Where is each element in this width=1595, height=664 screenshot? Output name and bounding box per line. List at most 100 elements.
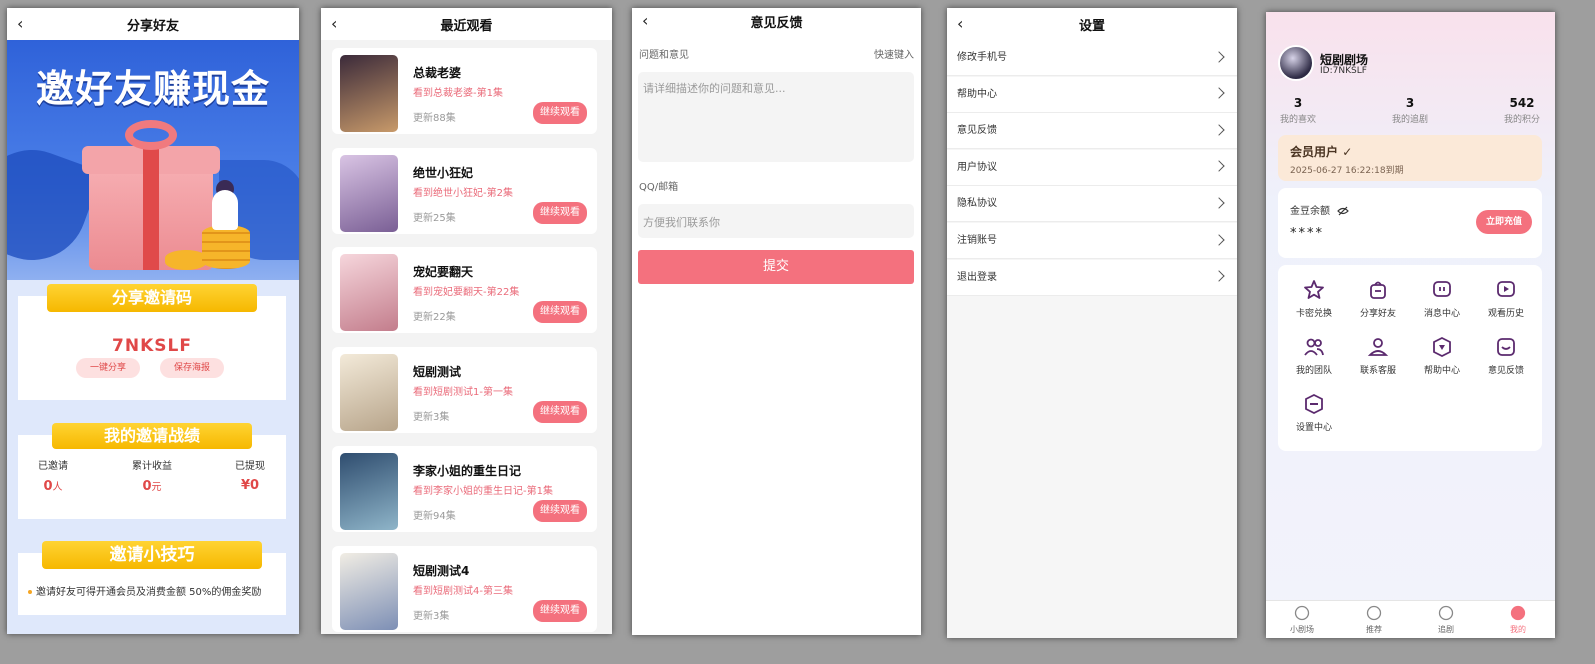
vip-card[interactable]: 会员用户 ✓ 2025-06-27 16:22:18到期 — [1278, 135, 1542, 181]
settings-item[interactable]: 修改手机号 — [947, 40, 1237, 76]
back-arrow-icon[interactable]: ‹ — [642, 12, 654, 30]
stat-invited: 已邀请 0人 — [38, 461, 68, 494]
contact-input[interactable]: 方便我们联系你 — [638, 204, 914, 238]
save-poster-button[interactable]: 保存海报 — [160, 358, 225, 378]
star-icon — [1304, 280, 1324, 299]
back-arrow-icon[interactable]: ‹ — [17, 15, 29, 33]
chevron-right-icon — [1213, 124, 1225, 136]
points-count[interactable]: 542 我的积分 — [1502, 96, 1542, 125]
video-card[interactable]: 李家小姐的重生日记看到李家小姐的重生日记-第1集 更新94集 继续观看 — [332, 446, 597, 532]
video-card[interactable]: 绝世小狂妃 看到绝世小狂妃-第2集 更新25集 继续观看 — [332, 147, 597, 234]
following-count[interactable]: 3 我的追剧 — [1390, 96, 1430, 125]
quick-input-link[interactable]: 快速键入 — [874, 46, 914, 61]
settings-item[interactable]: 退出登录 — [947, 259, 1237, 296]
feedback-header: ‹ 意见反馈 — [632, 8, 921, 34]
settings-item[interactable]: 意见反馈 — [947, 113, 1237, 150]
settings-item-label: 退出登录 — [957, 271, 997, 283]
continue-watching-button[interactable]: 继续观看 — [533, 500, 587, 522]
grid-item[interactable]: 我的团队 — [1281, 336, 1347, 376]
video-poster[interactable] — [340, 154, 398, 232]
tab-item[interactable]: 我的 — [1488, 605, 1548, 635]
video-poster[interactable] — [340, 55, 398, 132]
eye-off-icon[interactable] — [1337, 206, 1350, 216]
continue-watching-button[interactable]: 继续观看 — [533, 201, 587, 224]
settings-item[interactable]: 帮助中心 — [947, 76, 1237, 113]
video-updated: 更新94集 — [413, 511, 456, 522]
video-poster[interactable] — [340, 353, 398, 431]
settings-item[interactable]: 注销账号 — [947, 223, 1237, 259]
avatar[interactable] — [1278, 45, 1314, 81]
tab-label: 我的 — [1510, 625, 1526, 634]
video-updated: 更新3集 — [413, 610, 450, 622]
grid-item-label: 卡密兑换 — [1295, 309, 1332, 319]
share-screen: ‹ 分享好友 邀好友赚现金 分享邀请码 7NKSLF 一键分享 保存海报 我的邀… — [7, 8, 299, 634]
invite-stats-card: 我的邀请战绩 已邀请 0人 累计收益 0元 已提现 ¥0 — [18, 423, 286, 519]
feature-grid: 卡密兑换 分享好友 消息中心 观看历史我的团队 联系客服 帮助中心 意见反馈设置中心 — [1278, 265, 1542, 451]
video-card[interactable]: 宠妃要翻天 看到宠妃要翻天-第22集 更新22集 继续观看 — [332, 247, 597, 333]
continue-watching-button[interactable]: 继续观看 — [533, 599, 587, 622]
grid-item[interactable]: 意见反馈 — [1473, 336, 1539, 376]
settings-item-label: 修改手机号 — [957, 52, 1007, 63]
settings-item[interactable]: 隐私协议 — [947, 186, 1237, 223]
video-updated: 更新3集 — [413, 411, 450, 423]
page-title: 分享好友 — [126, 18, 179, 34]
grid-item[interactable]: 设置中心 — [1281, 393, 1347, 433]
share-button[interactable]: 一键分享 — [76, 358, 141, 378]
back-arrow-icon[interactable]: ‹ — [331, 15, 343, 33]
grid-item[interactable]: 分享好友 — [1345, 279, 1411, 319]
grid-item[interactable]: 卡密兑换 — [1281, 279, 1347, 319]
bullet-icon — [28, 590, 32, 594]
invite-code-card: 分享邀请码 7NKSLF 一键分享 保存海报 — [18, 284, 286, 400]
video-progress: 看到李家小姐的重生日记-第1集 — [413, 486, 553, 497]
likes-count[interactable]: 3 我的喜欢 — [1278, 96, 1318, 125]
video-card[interactable]: 短剧测试 看到短剧测试1-第一集 更新3集 继续观看 — [332, 346, 597, 433]
video-card[interactable]: 短剧测试4 看到短剧测试4-第三集 更新3集 继续观看 — [332, 545, 597, 632]
page-title: 设置 — [1078, 18, 1105, 34]
vip-expiry: 2025-06-27 16:22:18到期 — [1290, 166, 1404, 176]
play-history-icon — [1497, 281, 1515, 297]
grid-item-label: 观看历史 — [1487, 309, 1524, 319]
settings-icon — [1305, 393, 1323, 415]
settings-item[interactable]: 用户协议 — [947, 149, 1237, 186]
video-poster[interactable] — [340, 453, 398, 530]
balance-value: **** — [1290, 226, 1324, 241]
video-title: 绝世小狂妃 — [413, 165, 474, 180]
grid-item-label: 意见反馈 — [1487, 366, 1524, 376]
grid-item-label: 消息中心 — [1423, 309, 1460, 319]
back-arrow-icon[interactable]: ‹ — [957, 15, 969, 33]
continue-watching-button[interactable]: 继续观看 — [533, 301, 587, 323]
submit-button[interactable]: 提交 — [638, 250, 914, 284]
video-title: 李家小姐的重生日记 — [413, 464, 522, 478]
help-icon — [1433, 336, 1451, 358]
video-progress: 看到短剧测试4-第三集 — [413, 585, 513, 597]
video-poster[interactable] — [340, 254, 398, 331]
video-poster[interactable] — [340, 552, 398, 630]
tab-item[interactable]: 小剧场 — [1272, 605, 1332, 635]
settings-item-label: 注销账号 — [957, 235, 997, 246]
team-icon — [1304, 338, 1324, 356]
video-card[interactable]: 总裁老婆 看到总裁老婆-第1集 更新88集 继续观看 — [332, 48, 597, 134]
settings-item-label: 意见反馈 — [957, 125, 997, 137]
video-title: 宠妃要翻天 — [413, 265, 474, 279]
balance-label: 金豆余额 — [1290, 202, 1350, 217]
video-updated: 更新22集 — [413, 312, 456, 323]
tab-item[interactable]: 追剧 — [1416, 605, 1476, 635]
feedback-icon — [1497, 338, 1515, 356]
balance-card: 金豆余额 **** 立即充值 — [1278, 188, 1542, 258]
vip-title: 会员用户 ✓ — [1290, 145, 1353, 159]
grid-item[interactable]: 观看历史 — [1473, 279, 1539, 319]
invite-banner: 邀好友赚现金 — [7, 40, 299, 280]
continue-watching-button[interactable]: 继续观看 — [533, 400, 587, 423]
continue-watching-button[interactable]: 继续观看 — [533, 102, 587, 124]
tab-label: 追剧 — [1438, 625, 1454, 634]
grid-item[interactable]: 联系客服 — [1345, 336, 1411, 376]
tab-item[interactable]: 推荐 — [1344, 605, 1404, 635]
issue-textarea[interactable]: 请详细描述你的问题和意见... — [638, 72, 914, 162]
grid-item[interactable]: 消息中心 — [1409, 279, 1475, 319]
video-updated: 更新88集 — [413, 113, 456, 124]
page-title: 意见反馈 — [750, 15, 803, 31]
gift-bag-icon — [1370, 281, 1386, 299]
grid-item[interactable]: 帮助中心 — [1409, 336, 1475, 376]
recharge-button[interactable]: 立即充值 — [1475, 210, 1532, 234]
user-id: ID:7NKSLF — [1320, 66, 1367, 76]
